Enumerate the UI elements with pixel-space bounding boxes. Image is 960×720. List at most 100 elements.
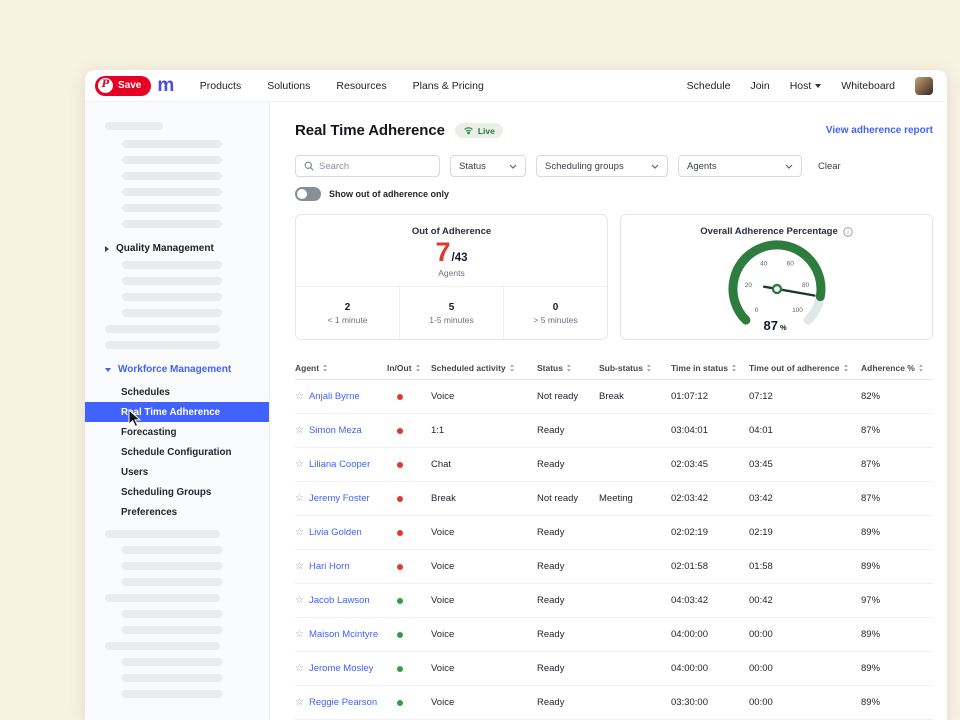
gauge-value: 87 <box>763 318 777 333</box>
svg-text:80: 80 <box>801 282 809 289</box>
nav-item[interactable]: Plans & Pricing <box>413 80 484 92</box>
column-header[interactable]: Adherence % <box>861 363 933 373</box>
avatar[interactable] <box>915 77 933 95</box>
sidebar-subitem[interactable]: Scheduling Groups <box>85 482 269 502</box>
agent-name-link[interactable]: Jacob Lawson <box>309 595 370 606</box>
agents-select[interactable]: Agents <box>678 155 802 177</box>
sidebar-subitem[interactable]: Schedule Configuration <box>85 442 269 462</box>
agent-name-link[interactable]: Liliana Cooper <box>309 459 370 470</box>
nav-item[interactable]: Schedule <box>687 80 731 92</box>
time-in-status-cell: 02:03:45 <box>671 459 749 470</box>
sidebar-subitem[interactable]: Real Time Adherence <box>85 402 269 422</box>
time-out-of-adherence-cell: 00:42 <box>749 595 861 606</box>
sort-icon[interactable] <box>323 364 327 372</box>
table-header: Agent In/Out Scheduled activity <box>295 357 933 380</box>
sidebar-section-quality-management[interactable]: Quality Management <box>85 236 269 261</box>
column-header[interactable]: Time in status <box>671 363 749 373</box>
adherence-percent-cell: 89% <box>861 663 933 674</box>
top-navbar: Save m Products Solutions Resources Plan… <box>85 70 947 102</box>
column-header[interactable]: In/Out <box>387 363 431 373</box>
time-in-status-cell: 02:02:19 <box>671 527 749 538</box>
live-signal-icon <box>463 126 474 135</box>
breakdown-item: 2 < 1 minute <box>296 287 399 339</box>
agent-name-link[interactable]: Hari Horn <box>309 561 350 572</box>
star-icon[interactable]: ☆ <box>295 459 304 470</box>
column-header[interactable]: Scheduled activity <box>431 363 537 373</box>
view-adherence-report-link[interactable]: View adherence report <box>826 125 933 136</box>
status-cell: Ready <box>537 561 599 572</box>
in-out-status-dot <box>397 700 403 706</box>
sort-icon[interactable] <box>732 364 736 372</box>
sort-icon[interactable] <box>567 364 571 372</box>
nav-item[interactable]: Resources <box>336 80 386 92</box>
adherence-percent-cell: 89% <box>861 561 933 572</box>
table-row: ☆ Jerome Mosley Voice Ready 04:00:00 00:… <box>295 652 933 686</box>
table-row: ☆ Hari Horn Voice Ready 02:01:58 01:58 8… <box>295 550 933 584</box>
star-icon[interactable]: ☆ <box>295 493 304 504</box>
star-icon[interactable]: ☆ <box>295 663 304 674</box>
star-icon[interactable]: ☆ <box>295 527 304 538</box>
column-header[interactable]: Agent <box>295 363 387 373</box>
sort-icon[interactable] <box>510 364 514 372</box>
sort-icon[interactable] <box>416 364 420 372</box>
star-icon[interactable]: ☆ <box>295 697 304 708</box>
svg-text:100: 100 <box>792 307 803 314</box>
time-in-status-cell: 04:03:42 <box>671 595 749 606</box>
skeleton-bar <box>122 277 222 285</box>
table-row: ☆ Liliana Cooper Chat Ready 02:03:45 03:… <box>295 448 933 482</box>
star-icon[interactable]: ☆ <box>295 629 304 640</box>
sidebar-subitem[interactable]: Users <box>85 462 269 482</box>
table-row: ☆ Simon Meza 1:1 Ready 03:04:01 04:01 87… <box>295 414 933 448</box>
out-of-adherence-toggle[interactable] <box>295 187 321 201</box>
star-icon[interactable]: ☆ <box>295 391 304 402</box>
time-in-status-cell: 02:01:58 <box>671 561 749 572</box>
table-row: ☆ Reggie Pearson Voice Ready 03:30:00 00… <box>295 686 933 720</box>
chevron-right-icon <box>105 246 109 252</box>
pinterest-save-button[interactable]: Save <box>95 76 151 96</box>
agent-name-link[interactable]: Jerome Mosley <box>309 663 373 674</box>
search-box[interactable] <box>295 155 440 177</box>
agent-name-link[interactable]: Reggie Pearson <box>309 697 377 708</box>
star-icon[interactable]: ☆ <box>295 595 304 606</box>
agent-name-link[interactable]: Maison Mcintyre <box>309 629 378 640</box>
search-input[interactable] <box>319 161 431 172</box>
out-breakdown: 2 < 1 minute 5 1-5 minutes 0 <box>296 286 607 339</box>
sidebar-subitem[interactable]: Preferences <box>85 502 269 522</box>
in-out-status-dot <box>397 598 403 604</box>
adherence-gauge: 0 20 40 60 80 100 87 % <box>702 231 852 334</box>
status-cell: Not ready <box>537 391 599 402</box>
filter-bar: Status Scheduling groups Agents Clear <box>295 155 933 177</box>
nav-item[interactable]: Join <box>750 80 769 92</box>
column-header[interactable]: Status <box>537 363 599 373</box>
sidebar-subitem[interactable]: Schedules <box>85 382 269 402</box>
sort-icon[interactable] <box>844 364 848 372</box>
gauge-hub <box>773 285 781 293</box>
secondary-nav: Schedule Join Host Whiteboard <box>687 80 895 92</box>
time-in-status-cell: 01:07:12 <box>671 391 749 402</box>
in-out-status-dot <box>397 428 403 434</box>
scheduled-activity-cell: Voice <box>431 391 537 402</box>
nav-item[interactable]: Host <box>790 80 822 92</box>
clear-filters-button[interactable]: Clear <box>818 161 841 172</box>
column-header[interactable]: Sub-status <box>599 363 671 373</box>
agent-name-link[interactable]: Anjali Byrne <box>309 391 360 402</box>
agent-name-link[interactable]: Simon Meza <box>309 425 362 436</box>
agent-name-link[interactable]: Jeremy Foster <box>309 493 370 504</box>
nav-item[interactable]: Whiteboard <box>841 80 895 92</box>
scheduling-groups-select[interactable]: Scheduling groups <box>536 155 668 177</box>
star-icon[interactable]: ☆ <box>295 425 304 436</box>
agent-name-link[interactable]: Livia Golden <box>309 527 362 538</box>
sort-icon[interactable] <box>919 364 923 372</box>
status-select[interactable]: Status <box>450 155 526 177</box>
miro-logo[interactable]: m <box>157 76 173 95</box>
nav-item[interactable]: Products <box>200 80 241 92</box>
star-icon[interactable]: ☆ <box>295 561 304 572</box>
save-label: Save <box>118 80 141 91</box>
column-header[interactable]: Time out of adherence <box>749 363 861 373</box>
sidebar-subitem[interactable]: Forecasting <box>85 422 269 442</box>
table-row: ☆ Jeremy Foster Break Not ready Meeting … <box>295 482 933 516</box>
nav-item[interactable]: Solutions <box>267 80 310 92</box>
sidebar-section-workforce-management[interactable]: Workforce Management <box>85 357 269 382</box>
scheduled-activity-cell: Voice <box>431 697 537 708</box>
sort-icon[interactable] <box>647 364 651 372</box>
